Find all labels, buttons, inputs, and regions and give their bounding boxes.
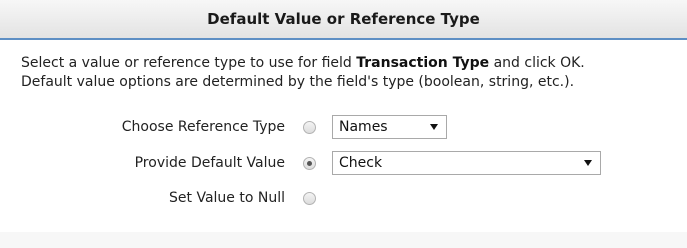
- instructions-text-after: and click OK.: [489, 55, 585, 71]
- default-value-select-value: Check: [339, 155, 383, 171]
- default-value-dialog: Default Value or Reference Type Select a…: [0, 0, 687, 248]
- default-value-radio[interactable]: [303, 157, 316, 170]
- null-value-row: Set Value to Null: [0, 186, 687, 210]
- instructions-line-2: Default value options are determined by …: [21, 74, 575, 90]
- reference-type-row: Choose Reference Type Names: [0, 115, 687, 139]
- reference-type-radio[interactable]: [303, 121, 316, 134]
- chevron-down-icon: [584, 160, 592, 166]
- null-value-radio[interactable]: [303, 192, 316, 205]
- reference-type-select[interactable]: Names: [332, 115, 447, 139]
- dialog-instructions: Select a value or reference type to use …: [21, 54, 676, 92]
- instructions-line-1: Select a value or reference type to use …: [21, 54, 676, 73]
- default-value-label: Provide Default Value: [134, 155, 285, 171]
- dialog-title: Default Value or Reference Type: [0, 0, 687, 40]
- default-value-row: Provide Default Value Check: [0, 151, 687, 175]
- dialog-footer: [0, 232, 687, 248]
- reference-type-label: Choose Reference Type: [121, 119, 285, 135]
- null-value-label: Set Value to Null: [169, 190, 285, 206]
- field-name: Transaction Type: [356, 55, 490, 71]
- default-value-select[interactable]: Check: [332, 151, 601, 175]
- instructions-text-before: Select a value or reference type to use …: [21, 55, 357, 71]
- chevron-down-icon: [430, 124, 438, 130]
- reference-type-select-value: Names: [339, 119, 388, 135]
